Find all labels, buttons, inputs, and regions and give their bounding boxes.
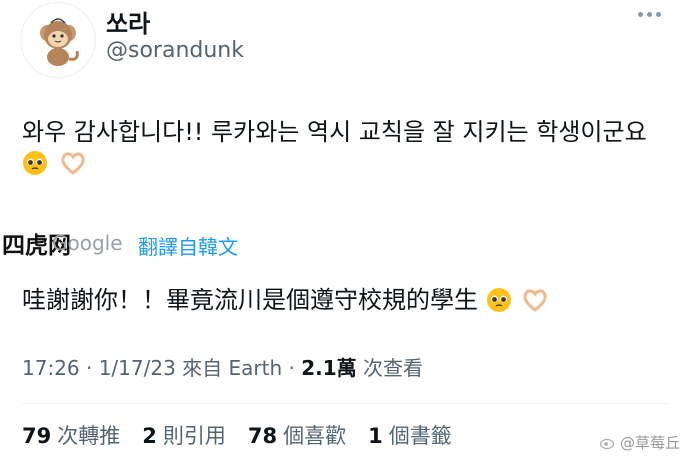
- likes-stat[interactable]: 78 個喜歡: [248, 420, 346, 450]
- tweet-emojis: [22, 150, 88, 176]
- bookmarks-stat[interactable]: 1 個書籤: [368, 420, 452, 450]
- google-logo: Google: [52, 231, 123, 255]
- engagement-stats: 79 次轉推 2 則引用 78 個喜歡 1 個書籤: [22, 420, 452, 450]
- heart-hands-icon: [61, 152, 85, 175]
- monkey-avatar-icon: [40, 18, 79, 66]
- translation-source-link[interactable]: 翻譯自韓文: [138, 231, 238, 260]
- heart-hands-icon: [523, 289, 547, 312]
- tweet-meta: 17:26 · 1/17/23 來自 Earth · 2.1萬 次查看: [22, 352, 423, 381]
- dot: [647, 12, 652, 17]
- watermark-bottom: @草莓丘: [600, 432, 680, 453]
- translated-text: 哇謝謝你！！畢竟流川是個遵守校規的學生: [22, 286, 478, 314]
- user-handle[interactable]: @sorandunk: [106, 38, 244, 63]
- weibo-logo-icon: [600, 438, 615, 449]
- quotes-stat[interactable]: 2 則引用: [142, 420, 226, 450]
- avatar[interactable]: [20, 2, 96, 78]
- view-count-label: 次查看: [356, 356, 424, 380]
- pleading-face-emoji-icon: [487, 288, 511, 312]
- translated-text-row: 哇謝謝你！！畢竟流川是個遵守校規的學生: [22, 280, 550, 320]
- more-options-icon[interactable]: [638, 12, 661, 17]
- retweets-stat[interactable]: 79 次轉推: [22, 420, 120, 450]
- pleading-face-emoji-icon: [23, 151, 47, 175]
- dot: [638, 12, 643, 17]
- divider: [22, 403, 668, 404]
- display-name[interactable]: 쏘라: [106, 4, 150, 39]
- dot: [656, 12, 661, 17]
- tweet-text: 와우 감사합니다!! 루카와는 역시 교칙을 잘 지키는 학생이군요: [22, 118, 647, 146]
- view-count: 2.1萬: [301, 356, 357, 380]
- tweet-timestamp[interactable]: 17:26 · 1/17/23 來自 Earth ·: [22, 356, 301, 380]
